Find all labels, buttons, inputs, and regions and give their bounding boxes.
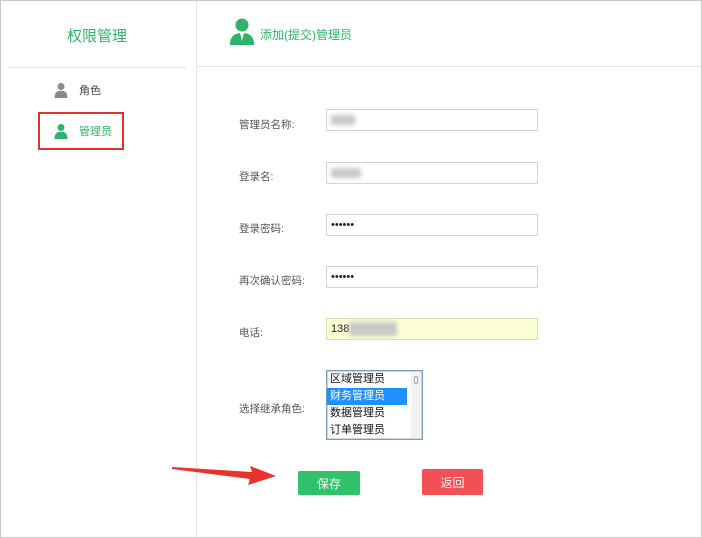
user-icon: [53, 82, 69, 98]
inherit-role-listbox[interactable]: 区域管理员 财务管理员 数据管理员 订单管理员: [326, 370, 423, 440]
sidebar-item-label: 角色: [79, 85, 101, 97]
listbox-scrollbar[interactable]: [411, 372, 421, 438]
annotation-arrow-icon: [172, 466, 276, 485]
inherit-role-label: 选择继承角色:: [239, 403, 305, 415]
role-option[interactable]: 区域管理员: [327, 371, 407, 388]
page-title: 添加(提交)管理员: [260, 28, 352, 42]
sidebar-item-roles[interactable]: 角色: [53, 80, 101, 100]
sidebar-divider: [8, 67, 186, 68]
role-option[interactable]: 数据管理员: [327, 405, 407, 422]
sidebar-title: 权限管理: [66, 28, 127, 45]
redacted-value: [331, 115, 355, 125]
password-input[interactable]: [326, 214, 538, 236]
confirm-password-input[interactable]: [326, 266, 538, 288]
redacted-value: [331, 168, 361, 178]
redacted-value: [349, 322, 397, 336]
back-button[interactable]: 返回: [422, 469, 483, 495]
annotation-highlight-box: [38, 112, 124, 150]
role-option-selected[interactable]: 财务管理员: [327, 388, 407, 405]
admin-name-input[interactable]: [326, 109, 538, 131]
save-button[interactable]: 保存: [298, 471, 360, 495]
role-option[interactable]: 订单管理员: [327, 422, 407, 439]
admin-user-icon: [228, 17, 256, 45]
admin-name-label: 管理员名称:: [239, 119, 295, 131]
sidebar: 权限管理 角色 管理员: [1, 1, 197, 537]
login-name-label: 登录名:: [239, 171, 274, 183]
scrollbar-thumb[interactable]: [414, 376, 418, 384]
password-label: 登录密码:: [239, 223, 284, 235]
confirm-password-label: 再次确认密码:: [239, 275, 305, 287]
main-header: 添加(提交)管理员: [198, 1, 701, 67]
phone-label: 电话:: [239, 327, 263, 339]
